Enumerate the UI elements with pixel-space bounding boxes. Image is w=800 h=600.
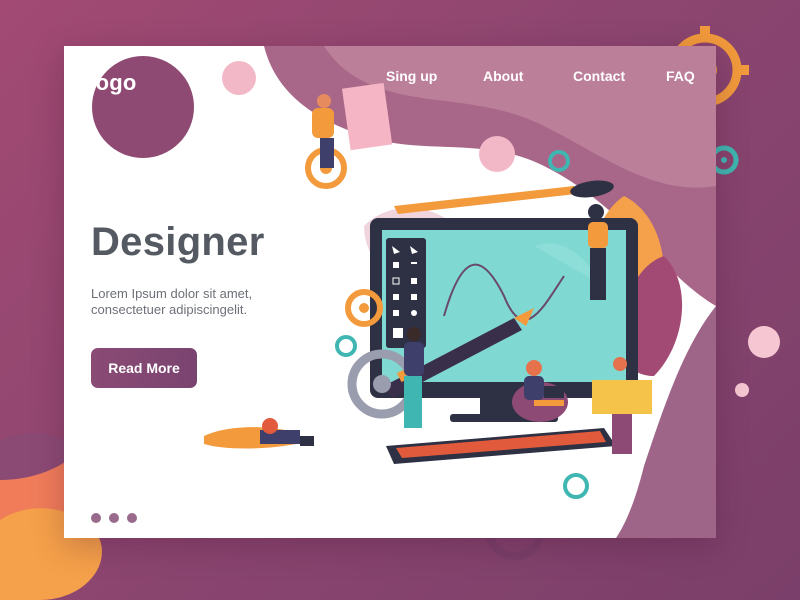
carousel-dot[interactable] (109, 513, 119, 523)
decor-circle (735, 383, 749, 397)
logo[interactable]: Logo (82, 70, 137, 96)
nav-faq[interactable]: FAQ (666, 68, 695, 84)
decor-circle (479, 136, 515, 172)
carousel-dot[interactable] (91, 513, 101, 523)
gear-icon (335, 335, 357, 357)
designer-man-on-gear (305, 82, 393, 189)
hero-description: Lorem Ipsum dolor sit amet, consectetuer… (91, 286, 281, 318)
nav-contact[interactable]: Contact (573, 68, 625, 84)
gear-icon (563, 473, 589, 499)
keyboard (386, 428, 616, 464)
decor-circle (222, 61, 256, 95)
nav-sign-up[interactable]: Sing up (386, 68, 437, 84)
decor-circle (748, 326, 780, 358)
carousel-dots (91, 513, 137, 523)
paintbrush (394, 180, 614, 214)
designer-woman-lying (204, 418, 314, 449)
hero-description-line: consectetuer adipiscingelit. (91, 302, 248, 317)
hero-description-line: Lorem Ipsum dolor sit amet, (91, 286, 253, 301)
nav-about[interactable]: About (483, 68, 523, 84)
carousel-dot[interactable] (127, 513, 137, 523)
page-title: Designer (91, 220, 265, 264)
read-more-button[interactable]: Read More (91, 348, 197, 388)
